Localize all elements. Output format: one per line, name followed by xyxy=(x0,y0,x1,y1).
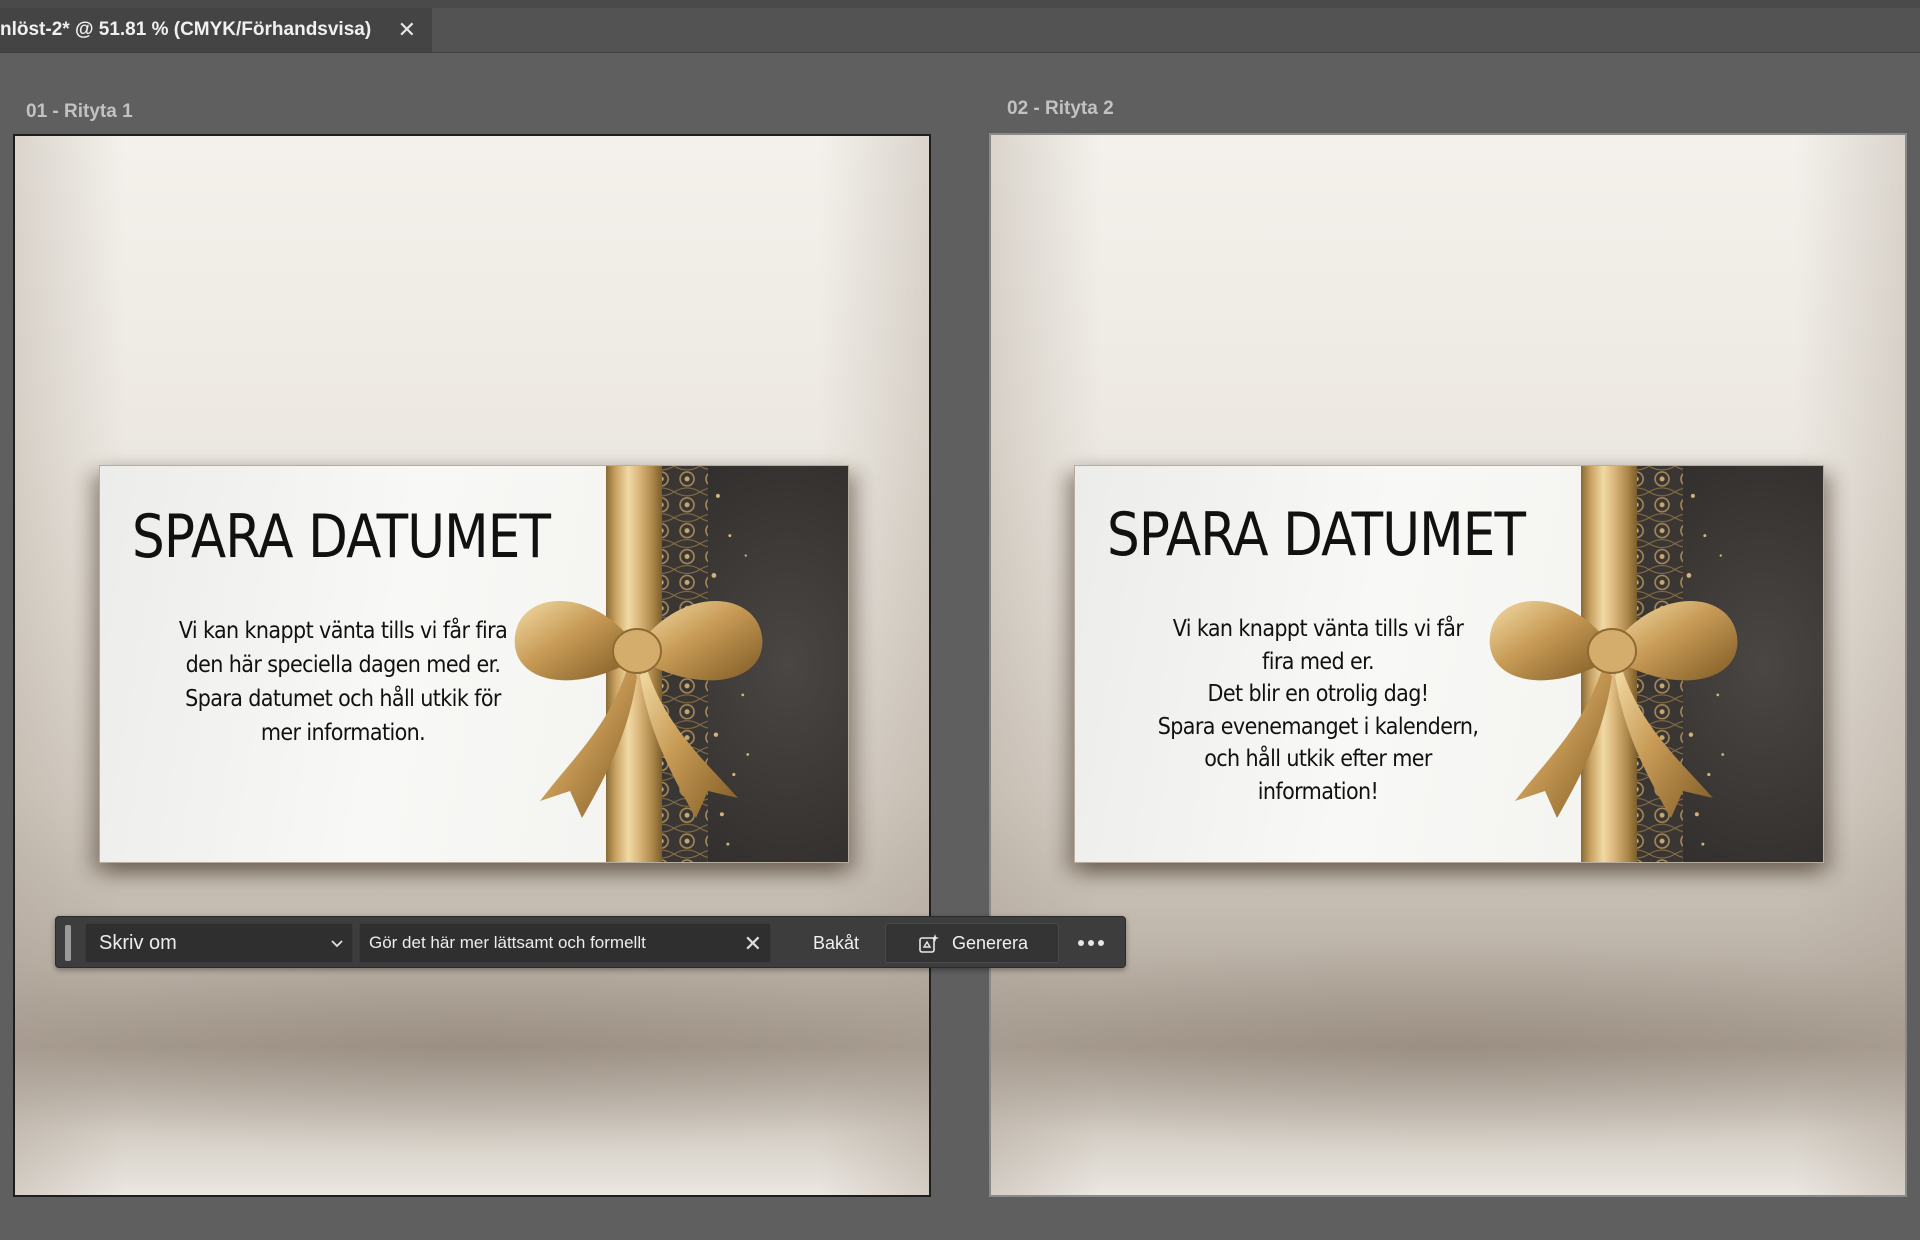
card-title: SPARA DATUMET xyxy=(132,502,551,572)
generate-sparkle-icon xyxy=(919,934,939,953)
artboard-1[interactable]: SPARA DATUMET Vi kan knappt vänta tills … xyxy=(13,134,931,1197)
rewrite-mode-select[interactable]: Skriv om xyxy=(85,923,353,963)
prompt-value: Gör det här mer lättsamt och formellt xyxy=(369,933,646,952)
generate-button[interactable]: Generera xyxy=(885,923,1059,963)
rewrite-mode-value: Skriv om xyxy=(99,931,177,954)
card-body-line: Vi kan knappt vänta tills vi får xyxy=(1172,616,1464,642)
document-tab-title: nlöst-2* @ 51.81 % (CMYK/Förhandsvisa) xyxy=(0,19,372,40)
card-body-line: mer information. xyxy=(260,720,426,746)
save-the-date-card[interactable]: SPARA DATUMET Vi kan knappt vänta tills … xyxy=(99,465,849,863)
document-tab[interactable]: nlöst-2* @ 51.81 % (CMYK/Förhandsvisa) ✕ xyxy=(0,8,432,52)
card-body-line: Spara datumet och håll utkik för xyxy=(185,686,501,712)
card-body-text: Vi kan knappt vänta tills vi får fira me… xyxy=(1123,613,1513,808)
document-tab-bar: nlöst-2* @ 51.81 % (CMYK/Förhandsvisa) ✕ xyxy=(0,8,1920,53)
card-body-line: fira med er. xyxy=(1262,648,1374,675)
card-body-line: information! xyxy=(1257,778,1379,805)
card-body-line: den här speciella dagen med er. xyxy=(185,652,501,678)
more-options-button[interactable] xyxy=(1068,925,1114,961)
close-icon[interactable]: ✕ xyxy=(398,17,416,43)
artboard-label-2[interactable]: 02 - Rityta 2 xyxy=(1007,98,1114,120)
card-body-text: Vi kan knappt vänta tills vi får fira de… xyxy=(148,614,538,750)
save-the-date-card[interactable]: SPARA DATUMET Vi kan knappt vänta tills … xyxy=(1074,465,1824,863)
clear-prompt-icon[interactable]: ✕ xyxy=(744,931,762,957)
gold-bow-icon xyxy=(514,601,763,818)
gold-bow-icon xyxy=(1489,601,1738,818)
contextual-task-bar: Skriv om Gör det här mer lättsamt och fo… xyxy=(55,916,1126,968)
drag-handle[interactable] xyxy=(65,925,71,961)
back-button[interactable]: Bakåt xyxy=(781,921,891,965)
chevron-down-icon xyxy=(331,940,343,948)
artboard-2[interactable]: SPARA DATUMET Vi kan knappt vänta tills … xyxy=(989,133,1907,1197)
card-body-line: Vi kan knappt vänta tills vi får fira xyxy=(178,618,508,644)
card-body-line: och håll utkik efter mer xyxy=(1204,746,1432,772)
top-strip xyxy=(0,0,1920,8)
card-body-line: Spara evenemanget i kalendern, xyxy=(1157,713,1479,740)
card-title: SPARA DATUMET xyxy=(1107,500,1526,570)
more-horizontal-icon xyxy=(1078,940,1104,946)
card-body-line: Det blir en otrolig dag! xyxy=(1207,681,1430,707)
prompt-input[interactable]: Gör det här mer lättsamt och formellt ✕ xyxy=(359,923,771,963)
generate-label: Generera xyxy=(952,932,1029,953)
artboard-label-1[interactable]: 01 - Rityta 1 xyxy=(26,101,133,123)
